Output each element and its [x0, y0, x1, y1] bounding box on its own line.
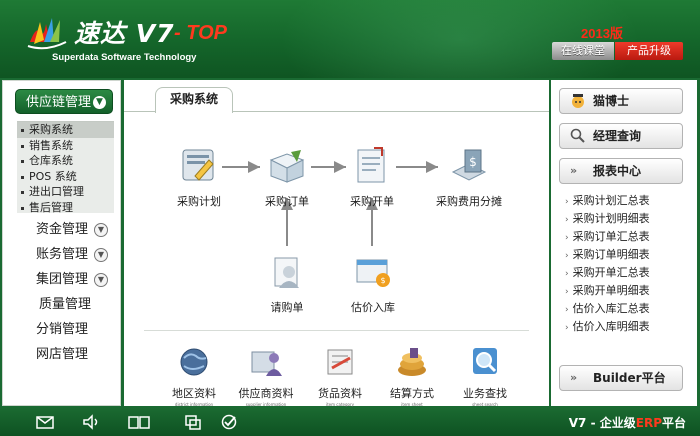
flow-purchase-request[interactable]: 请购单	[264, 252, 310, 315]
purchase-plan-icon	[182, 149, 214, 181]
purchase-request-icon	[274, 257, 299, 288]
submenu-item-import-export[interactable]: 进出口管理	[17, 184, 114, 200]
chevron-right-icon: ›	[565, 305, 569, 315]
chevron-down-icon: ▼	[93, 96, 106, 109]
windows-icon[interactable]	[184, 414, 202, 430]
svg-text:$: $	[469, 155, 477, 169]
menu-online-store[interactable]: 网店管理	[3, 343, 120, 367]
chevron-right-icon: ›	[565, 251, 569, 261]
chevron-right-icon: ›	[565, 269, 569, 279]
globe-icon	[180, 348, 208, 376]
flow-purchase-order[interactable]: 采购订单	[264, 146, 310, 209]
menu-group[interactable]: 集团管理 ▼	[3, 268, 120, 292]
shortcut-supplier-info[interactable]: 供应商资料 supplier information	[236, 346, 296, 407]
mail-icon[interactable]	[36, 414, 54, 430]
check-circle-icon[interactable]	[220, 414, 238, 430]
submenu-item-warehouse[interactable]: 仓库系统	[17, 153, 114, 169]
menu-funds[interactable]: 资金管理 ▼	[3, 218, 120, 242]
appraise-stock-in-icon: $	[356, 259, 390, 287]
supply-chain-submenu: 采购系统 销售系统 仓库系统 POS 系统 进出口管理 售后管理	[17, 121, 114, 216]
flow-appraise-stock-in[interactable]: $ 估价入库	[346, 252, 400, 315]
dr-mao-button[interactable]: 猫博士	[559, 88, 683, 114]
submenu-item-sales[interactable]: 销售系统	[17, 138, 114, 154]
shortcut-item-info[interactable]: 货品资料 item category	[314, 346, 366, 407]
version-year: 2013版	[581, 26, 623, 41]
supply-chain-button[interactable]: 供应链管理 ▼	[15, 89, 113, 114]
chevron-right-icon: ›	[565, 287, 569, 297]
magnifier-icon	[473, 348, 497, 374]
submenu-item-after-sales[interactable]: 售后管理	[17, 200, 114, 216]
section-divider	[144, 330, 529, 331]
superdata-logo-icon	[27, 18, 67, 50]
flow-purchase-cost-allocation[interactable]: $ 采购费用分摊	[429, 146, 509, 209]
report-center-button[interactable]: » 报表中心	[559, 158, 683, 184]
brand-name: 速达 V7	[74, 19, 175, 48]
shortcut-district-info[interactable]: 地区资料 district information	[168, 346, 220, 407]
report-item[interactable]: › 采购开单明细表	[565, 282, 650, 300]
double-chevron-icon: »	[570, 164, 578, 177]
shortcut-business-search[interactable]: 业务查找 sheet search	[458, 346, 512, 407]
search-icon	[570, 128, 585, 143]
menu-quality[interactable]: 质量管理	[3, 293, 120, 317]
flow-purchase-invoice[interactable]: 采购开单	[349, 146, 395, 209]
purchase-invoice-icon	[357, 147, 385, 183]
left-sidebar: 供应链管理 ▼ 采购系统 销售系统 仓库系统 POS 系统 进出口管理 售后管理…	[2, 80, 121, 406]
right-panel: 猫博士 经理查询 » 报表中心 › 采购计划汇总表 › 采购计划明细表 › 采购订单汇…	[551, 80, 697, 406]
double-chevron-icon: »	[570, 371, 578, 384]
status-bar: V7 - 企业级ERP平台	[0, 408, 700, 436]
chevron-down-icon: ▼	[94, 273, 108, 287]
chevron-right-icon: ›	[565, 197, 569, 207]
flow-purchase-plan[interactable]: 采购计划	[176, 146, 222, 209]
center-panel: 采购系统 采购计划 采购订单 采购开单 $ 采购费用分摊 请购单 $ 估价入库 …	[124, 80, 549, 407]
online-class-button[interactable]: 在线课堂	[552, 42, 614, 60]
report-item[interactable]: › 采购订单明细表	[565, 246, 650, 264]
item-catalog-icon	[327, 349, 353, 375]
report-item[interactable]: › 估价入库明细表	[565, 318, 650, 336]
submenu-item-pos[interactable]: POS 系统	[17, 169, 114, 185]
menu-distribution[interactable]: 分销管理	[3, 318, 120, 342]
chevron-right-icon: ›	[565, 233, 569, 243]
report-item[interactable]: › 采购开单汇总表	[565, 264, 650, 282]
menu-accounting[interactable]: 账务管理 ▼	[3, 243, 120, 267]
report-item[interactable]: › 采购计划汇总表	[565, 192, 650, 210]
supply-chain-label: 供应链管理	[26, 95, 92, 110]
chevron-down-icon: ▼	[94, 248, 108, 262]
app-header: 速达 V7 - TOP Superdata Software Technolog…	[0, 0, 700, 78]
cat-doctor-icon	[572, 94, 584, 108]
builder-platform-button[interactable]: » Builder平台	[559, 365, 683, 391]
speaker-icon[interactable]	[82, 414, 100, 430]
chevron-down-icon: ▼	[94, 223, 108, 237]
brand-english: Superdata Software Technology	[52, 52, 197, 63]
chevron-right-icon: ›	[565, 323, 569, 333]
supplier-icon	[251, 351, 282, 376]
manager-query-button[interactable]: 经理查询	[559, 123, 683, 149]
svg-text:$: $	[380, 276, 385, 285]
report-item[interactable]: › 采购订单汇总表	[565, 228, 650, 246]
platform-caption: V7 - 企业级ERP平台	[568, 416, 686, 430]
brand-top: - TOP	[174, 22, 227, 44]
purchase-order-icon	[269, 150, 305, 183]
report-item[interactable]: › 估价入库汇总表	[565, 300, 650, 318]
book-icon[interactable]	[128, 414, 150, 430]
product-upgrade-button[interactable]: 产品升级	[615, 42, 683, 60]
shortcut-settlement[interactable]: 结算方式 item sheet	[386, 346, 438, 407]
submenu-item-purchase[interactable]: 采购系统	[17, 122, 114, 138]
report-list: › 采购计划汇总表 › 采购计划明细表 › 采购订单汇总表 › 采购订单明细表 › 采购开…	[565, 192, 650, 336]
cost-allocation-icon: $	[451, 149, 487, 181]
chevron-right-icon: ›	[565, 215, 569, 225]
report-item[interactable]: › 采购计划明细表	[565, 210, 650, 228]
coins-icon	[398, 348, 426, 376]
